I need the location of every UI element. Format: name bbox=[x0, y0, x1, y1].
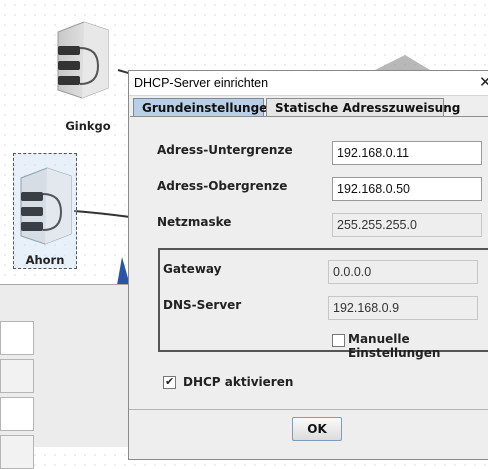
dns-server-label: DNS-Server bbox=[163, 298, 242, 312]
dialog-separator bbox=[129, 409, 488, 410]
dhcp-enable-checkbox[interactable] bbox=[163, 375, 176, 389]
lower-bound-label: Adress-Untergrenze bbox=[157, 143, 293, 157]
dns-server-field: 192.168.0.9 bbox=[328, 296, 478, 320]
background-device-shape bbox=[375, 55, 430, 70]
manual-settings-checkbox[interactable] bbox=[332, 334, 345, 347]
node-label-ginkgo: Ginkgo bbox=[65, 119, 111, 133]
gateway-dns-group: Gateway 0.0.0.0 DNS-Server 192.168.0.9 M… bbox=[158, 248, 488, 360]
netmask-field: 255.255.255.0 bbox=[332, 213, 482, 237]
node-ahorn[interactable]: Ahorn bbox=[13, 153, 77, 269]
list-item[interactable] bbox=[0, 321, 34, 355]
tab-grundeinstellungen[interactable]: Grundeinstellungen bbox=[133, 98, 276, 117]
node-label-ahorn: Ahorn bbox=[25, 253, 65, 267]
close-icon[interactable]: ✕ bbox=[479, 73, 488, 93]
server-icon bbox=[57, 21, 109, 99]
gateway-label: Gateway bbox=[163, 262, 222, 276]
server-icon bbox=[20, 167, 72, 245]
dhcp-dialog: DHCP-Server einrichten ✕ Grundeinstellun… bbox=[128, 70, 488, 460]
dialog-titlebar[interactable]: DHCP-Server einrichten ✕ bbox=[129, 71, 488, 96]
upper-bound-label: Adress-Obergrenze bbox=[157, 179, 288, 193]
list-item[interactable] bbox=[0, 397, 34, 431]
dialog-title: DHCP-Server einrichten bbox=[134, 76, 269, 90]
lower-bound-input[interactable]: 192.168.0.11 bbox=[332, 141, 482, 165]
manual-settings-label[interactable]: Manuelle Einstellungen bbox=[348, 332, 488, 360]
tab-statische-adresszuweisung[interactable]: Statische Adresszuweisung bbox=[266, 98, 460, 117]
netmask-label: Netzmaske bbox=[157, 215, 232, 229]
upper-bound-input[interactable]: 192.168.0.50 bbox=[332, 177, 482, 201]
cable-ahorn bbox=[73, 210, 131, 218]
gateway-field: 0.0.0.0 bbox=[328, 260, 478, 284]
background-panel bbox=[0, 284, 130, 469]
ok-button[interactable]: OK bbox=[292, 417, 342, 441]
list-item[interactable] bbox=[0, 435, 34, 469]
list-item[interactable] bbox=[0, 359, 34, 393]
dhcp-enable-label[interactable]: DHCP aktivieren bbox=[183, 375, 293, 389]
